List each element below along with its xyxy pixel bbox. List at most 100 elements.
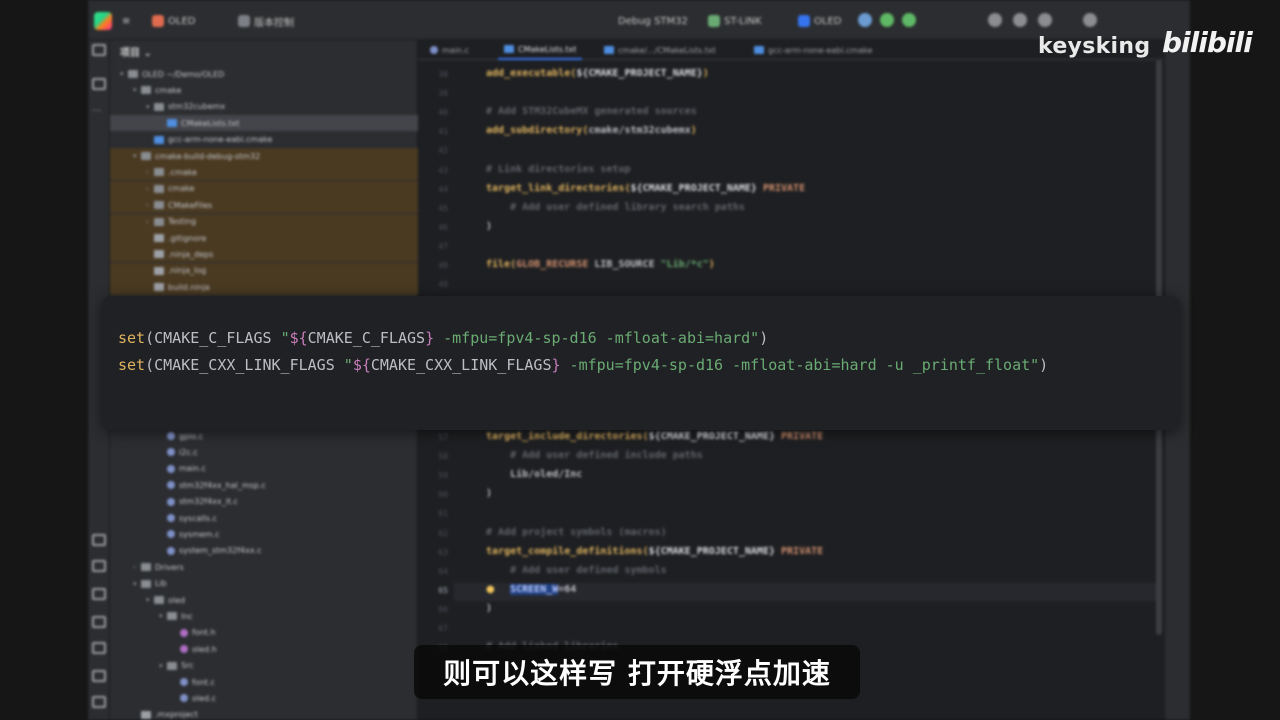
lightbulb-icon[interactable]: ● bbox=[486, 584, 495, 595]
terminal-tool-icon[interactable] bbox=[92, 642, 106, 654]
build-icon[interactable] bbox=[858, 13, 872, 27]
code-line[interactable]: # Link directories setup bbox=[486, 164, 631, 175]
main-menu-icon[interactable]: ≡ bbox=[122, 12, 130, 30]
editor-tab[interactable]: CMakeLists.txt bbox=[498, 40, 583, 60]
code-line[interactable]: add_executable(${CMAKE_PROJECT_NAME}) bbox=[486, 68, 709, 79]
expand-chevron-icon[interactable]: ▾ bbox=[133, 86, 141, 94]
expand-chevron-icon[interactable]: › bbox=[146, 168, 154, 176]
tree-item[interactable]: i2c.c bbox=[110, 444, 418, 460]
expand-chevron-icon[interactable]: › bbox=[146, 185, 154, 193]
structure-tool-icon[interactable] bbox=[92, 78, 106, 90]
project-tool-icon[interactable] bbox=[92, 44, 106, 56]
code-line[interactable]: target_link_directories(${CMAKE_PROJECT_… bbox=[486, 183, 805, 194]
run-config-selector[interactable]: Debug STM32 bbox=[618, 12, 688, 30]
problems-tool-icon[interactable] bbox=[92, 588, 106, 600]
tree-item[interactable]: › CMakeFiles bbox=[110, 197, 418, 214]
tree-item[interactable]: oled.h bbox=[110, 641, 418, 657]
project-switcher[interactable]: OLED bbox=[152, 12, 195, 30]
more-tools-icon[interactable]: ··· bbox=[92, 106, 106, 118]
overlay-code-token: ) bbox=[759, 329, 769, 347]
search-icon[interactable] bbox=[1038, 13, 1052, 27]
tree-item[interactable]: ▾ stm32cubemx bbox=[110, 99, 418, 115]
expand-chevron-icon[interactable]: ▾ bbox=[133, 580, 141, 588]
tree-item[interactable]: › Drivers bbox=[110, 559, 418, 575]
tree-item[interactable]: font.c bbox=[110, 674, 418, 690]
tree-item[interactable]: › Testing bbox=[110, 213, 418, 230]
tree-item[interactable]: .ninja_log bbox=[110, 262, 418, 279]
code-line[interactable]: target_compile_definitions(${CMAKE_PROJE… bbox=[486, 546, 823, 557]
tree-item[interactable]: main.c bbox=[110, 461, 418, 477]
editor-tab[interactable]: cmake/.../CMakeLists.txt bbox=[598, 40, 722, 60]
branch-icon bbox=[238, 15, 250, 27]
account-icon[interactable] bbox=[1013, 13, 1027, 27]
file-icon bbox=[167, 432, 175, 440]
expand-chevron-icon[interactable]: ▾ bbox=[159, 612, 167, 620]
run-tool-icon[interactable] bbox=[92, 534, 106, 546]
tree-item[interactable]: › cmake bbox=[110, 180, 418, 197]
code-line[interactable]: # Add STM32CubeMX generated sources bbox=[486, 106, 697, 117]
tree-item[interactable]: ▾ Src bbox=[110, 658, 418, 674]
services-tool-icon[interactable] bbox=[92, 616, 106, 628]
vcs-widget[interactable]: 版本控制 bbox=[238, 12, 294, 30]
video-subtitle: 则可以这样写 打开硬浮点加速 bbox=[414, 645, 860, 699]
tree-item[interactable]: stm32f4xx_it.c bbox=[110, 494, 418, 510]
tree-item[interactable]: ▾ Inc bbox=[110, 608, 418, 624]
tree-item[interactable]: system_stm32f4xx.c bbox=[110, 543, 418, 559]
tree-item[interactable]: .ninja_deps bbox=[110, 246, 418, 263]
tree-item[interactable]: gcc-arm-none-eabi.cmake bbox=[110, 132, 418, 148]
expand-chevron-icon[interactable]: › bbox=[133, 563, 141, 571]
tree-item[interactable]: ▾ cmake bbox=[110, 82, 418, 98]
expand-chevron-icon[interactable]: › bbox=[146, 218, 154, 226]
expand-chevron-icon[interactable]: ▾ bbox=[146, 103, 154, 111]
tree-item[interactable]: CMakeLists.txt bbox=[110, 115, 418, 132]
tree-item[interactable]: › .cmake bbox=[110, 164, 418, 181]
code-token: # Add user defined library search paths bbox=[486, 201, 745, 213]
code-line[interactable]: Lib/oled/Inc bbox=[486, 469, 582, 480]
code-line[interactable]: ) bbox=[486, 603, 492, 614]
debugger-selector[interactable]: ST-LINK bbox=[708, 12, 762, 30]
target-selector[interactable]: OLED bbox=[798, 12, 841, 30]
tree-item-label: gcc-arm-none-eabi.cmake bbox=[168, 135, 273, 145]
code-line[interactable]: target_include_directories(${CMAKE_PROJE… bbox=[486, 431, 823, 442]
code-line[interactable]: # Add user defined library search paths bbox=[486, 202, 745, 213]
tree-item[interactable]: stm32f4xx_hal_msp.c bbox=[110, 477, 418, 493]
tree-item[interactable]: .mxproject bbox=[110, 707, 418, 720]
run-config-label: Debug STM32 bbox=[618, 15, 688, 27]
cmake-tool-icon[interactable] bbox=[92, 560, 106, 572]
tree-item[interactable]: font.h bbox=[110, 625, 418, 641]
tree-item[interactable]: ▾ Lib bbox=[110, 576, 418, 592]
vcs-tool-icon[interactable] bbox=[92, 696, 106, 708]
tree-item[interactable]: oled.c bbox=[110, 690, 418, 706]
code-line[interactable]: ) bbox=[486, 488, 492, 499]
tree-item[interactable]: ▾ oled bbox=[110, 592, 418, 608]
project-panel-header[interactable]: 项目 ⌄ bbox=[120, 44, 152, 59]
tree-item[interactable]: build.ninja bbox=[110, 279, 418, 296]
tree-item[interactable]: .gitignore bbox=[110, 230, 418, 246]
code-line[interactable]: # Add user defined symbols bbox=[486, 565, 667, 576]
code-line[interactable]: add_subdirectory(cmake/stm32cubemx) bbox=[486, 125, 697, 136]
debug-icon[interactable] bbox=[902, 13, 916, 27]
code-token: ) bbox=[486, 602, 493, 614]
folder-icon bbox=[141, 579, 151, 588]
code-line[interactable]: SCREEN_W=64 bbox=[486, 583, 576, 595]
code-line[interactable]: # Add user defined include paths bbox=[486, 450, 703, 461]
expand-chevron-icon[interactable]: ▾ bbox=[146, 596, 154, 604]
expand-chevron-icon[interactable]: ▾ bbox=[159, 662, 167, 670]
expand-chevron-icon[interactable]: › bbox=[146, 201, 154, 209]
plugins-icon[interactable] bbox=[988, 13, 1002, 27]
settings-gear-icon[interactable] bbox=[1083, 13, 1097, 27]
code-line[interactable]: file(GLOB_RECURSE LIB_SOURCE "Lib/*c") bbox=[486, 259, 715, 270]
editor-tab[interactable]: gcc-arm-none-eabi.cmake bbox=[748, 40, 878, 60]
tree-item[interactable]: sysmem.c bbox=[110, 526, 418, 542]
expand-chevron-icon[interactable]: ▾ bbox=[133, 152, 141, 160]
tree-item[interactable]: ▾ OLED ~/Demo/OLED bbox=[110, 66, 418, 82]
tree-item[interactable]: syscalls.c bbox=[110, 510, 418, 526]
run-icon[interactable] bbox=[880, 13, 894, 27]
tree-item[interactable]: gpio.c bbox=[110, 428, 418, 444]
code-line[interactable]: # Add project symbols (macros) bbox=[486, 527, 667, 538]
code-line[interactable]: ) bbox=[486, 221, 492, 232]
tree-item[interactable]: ▾ cmake-build-debug-stm32 bbox=[110, 148, 418, 164]
messages-tool-icon[interactable] bbox=[92, 670, 106, 682]
expand-chevron-icon[interactable]: ▾ bbox=[120, 70, 128, 78]
editor-tab[interactable]: main.c bbox=[424, 40, 475, 60]
